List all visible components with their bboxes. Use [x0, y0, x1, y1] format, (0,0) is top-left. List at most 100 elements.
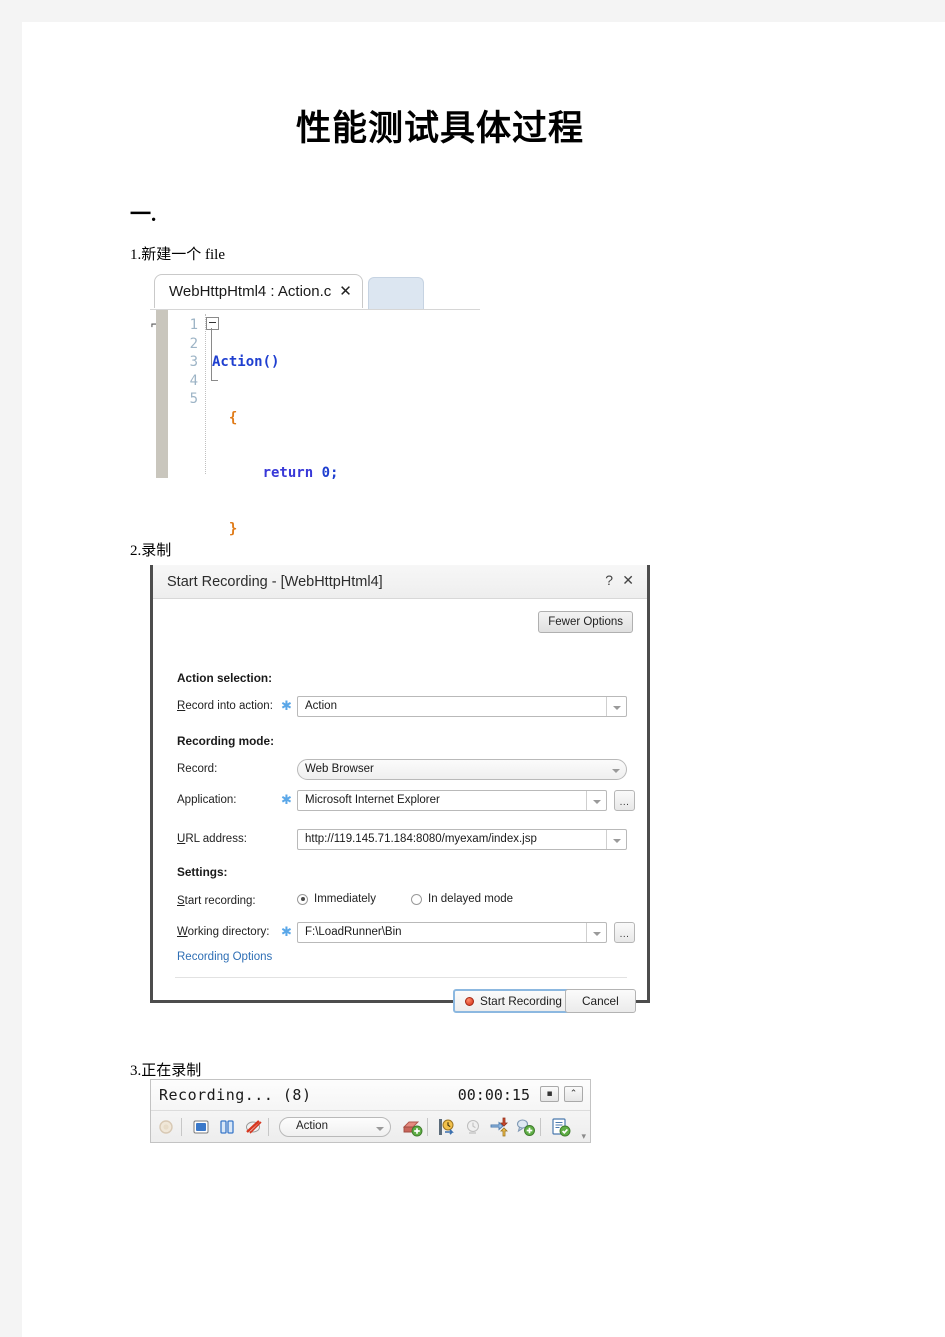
- code-editor-screenshot: WebHttpHtml4 : Action.c ✕ ⌐ 1 2 3 4 5 Ac…: [150, 272, 480, 537]
- line-number: 4: [189, 372, 198, 389]
- page-title: 性能测试具体过程: [295, 109, 584, 148]
- record-into-action-value: Action: [305, 700, 337, 712]
- fewer-options-button[interactable]: Fewer Options: [538, 611, 633, 633]
- insert-comment-icon[interactable]: [514, 1116, 536, 1138]
- record-dot-icon: [465, 996, 474, 1006]
- toolbar-divider: [427, 1118, 428, 1136]
- pause-icon[interactable]: [216, 1116, 238, 1138]
- toolbar-divider: [540, 1118, 541, 1136]
- working-directory-input[interactable]: F:\LoadRunner\Bin: [297, 922, 607, 943]
- toolbar-divider: [181, 1118, 182, 1136]
- line-number: 1: [189, 317, 198, 333]
- group-heading-action-selection: Action selection:: [177, 671, 273, 685]
- start-recording-button[interactable]: Start Recording: [453, 989, 574, 1013]
- working-directory-browse-button[interactable]: ...: [614, 922, 635, 943]
- chevron-down-icon[interactable]: [586, 923, 606, 942]
- dialog-title: Start Recording - [WebHttpHtml4]: [167, 573, 383, 590]
- editor-body[interactable]: ⌐ 1 2 3 4 5 Action() { return 0; }: [150, 309, 480, 537]
- record-icon: [155, 1116, 177, 1138]
- insert-transaction-icon[interactable]: [401, 1116, 423, 1138]
- no-record-icon[interactable]: [242, 1116, 264, 1138]
- record-mode-value: Web Browser: [305, 763, 374, 775]
- record-into-action-label: Record into action:: [177, 700, 273, 712]
- toolbar-action-select[interactable]: Action: [279, 1117, 391, 1137]
- radio-delayed-label: In delayed mode: [428, 893, 514, 905]
- start-recording-label: Start recording:: [177, 895, 256, 907]
- code-return-value: 0;: [321, 465, 339, 481]
- required-star-icon: ✱: [281, 924, 292, 939]
- line-number: 3: [189, 354, 198, 370]
- line-number: 2: [189, 335, 198, 352]
- required-star-icon: ✱: [281, 792, 292, 807]
- section-heading: 一.: [130, 202, 157, 226]
- application-input[interactable]: Microsoft Internet Explorer: [297, 790, 607, 811]
- insert-step-icon[interactable]: [488, 1116, 510, 1138]
- working-directory-value: F:\LoadRunner\Bin: [305, 926, 402, 938]
- editor-gutter-divider: [205, 314, 206, 474]
- cancel-button[interactable]: Cancel: [565, 989, 636, 1013]
- url-address-value: http://119.145.71.184:8080/myexam/index.…: [305, 833, 537, 845]
- close-icon[interactable]: ✕: [622, 573, 634, 587]
- cancel-button-label: Cancel: [582, 994, 619, 1008]
- dialog-title-bar: Start Recording - [WebHttpHtml4] ? ✕: [153, 565, 647, 599]
- help-icon[interactable]: ?: [605, 573, 613, 587]
- application-label: Application:: [177, 794, 237, 806]
- close-icon[interactable]: ✕: [339, 284, 352, 299]
- line-number: 5: [189, 391, 198, 407]
- step-1-label: 1.新建一个 file: [130, 247, 225, 263]
- radio-immediately-icon[interactable]: [297, 893, 308, 905]
- url-address-input[interactable]: http://119.145.71.184:8080/myexam/index.…: [297, 829, 627, 850]
- editor-tab-inactive[interactable]: [368, 277, 424, 309]
- chevron-down-icon[interactable]: [370, 1118, 390, 1136]
- group-heading-recording-mode: Recording mode:: [177, 734, 275, 748]
- toolbar-divider: [268, 1118, 269, 1136]
- step-3-label: 3.正在录制: [130, 1063, 202, 1079]
- editor-tab-action-c[interactable]: WebHttpHtml4 : Action.c ✕: [154, 274, 363, 308]
- application-value: Microsoft Internet Explorer: [305, 794, 440, 806]
- working-directory-label: Working directory:: [177, 926, 270, 938]
- recording-status-row: Recording... (8) 00:00:15 ▪ ⌃: [151, 1080, 590, 1110]
- collapse-icon[interactable]: ⌃: [564, 1086, 583, 1102]
- toolbar-action-value: Action: [296, 1120, 328, 1132]
- editor-tab-label: WebHttpHtml4 : Action.c: [169, 283, 332, 300]
- group-heading-settings: Settings:: [177, 865, 228, 879]
- chevron-down-icon[interactable]: [606, 830, 626, 849]
- dialog-divider: [175, 977, 627, 978]
- start-recording-button-label: Start Recording: [480, 994, 562, 1008]
- pin-icon[interactable]: ▪: [540, 1086, 559, 1102]
- insert-timer-icon: [462, 1116, 484, 1138]
- editor-line-numbers: 1 2 3 4 5: [170, 316, 198, 409]
- code-close-brace: }: [228, 520, 238, 537]
- step-2-label: 2.录制: [130, 543, 172, 559]
- record-into-action-input[interactable]: Action: [297, 696, 627, 717]
- recording-timer: 00:00:15: [457, 1086, 530, 1104]
- editor-fold-bar: [156, 310, 168, 478]
- start-recording-dialog: Start Recording - [WebHttpHtml4] ? ✕ Few…: [150, 565, 650, 1013]
- chevron-down-icon[interactable]: [606, 760, 626, 779]
- url-address-label: URL address:: [177, 833, 247, 845]
- recording-options-link[interactable]: Recording Options: [177, 951, 272, 963]
- code-open-brace: {: [228, 409, 238, 426]
- recording-toolbar-row: Action ▾: [151, 1110, 590, 1143]
- editor-tab-strip: WebHttpHtml4 : Action.c ✕: [150, 272, 480, 310]
- document-page: 性能测试具体过程 一. 1.新建一个 file WebHttpHtml4 : A…: [0, 0, 945, 1337]
- insert-text-check-icon[interactable]: [549, 1116, 571, 1138]
- insert-rendezvous-icon[interactable]: [436, 1116, 458, 1138]
- application-browse-button[interactable]: ...: [614, 790, 635, 811]
- stop-icon[interactable]: [190, 1116, 212, 1138]
- toolbar-overflow-icon[interactable]: ▾: [581, 1132, 586, 1142]
- chevron-down-icon[interactable]: [606, 697, 626, 716]
- recording-status-text: Recording... (8): [159, 1086, 312, 1104]
- code-return-keyword: return: [262, 465, 314, 481]
- radio-delayed[interactable]: In delayed mode: [411, 893, 513, 905]
- record-mode-select[interactable]: Web Browser: [297, 759, 627, 780]
- record-label: Record:: [177, 763, 218, 775]
- recording-toolbar-screenshot: Recording... (8) 00:00:15 ▪ ⌃ Action ▾: [150, 1079, 591, 1143]
- radio-immediately-label: Immediately: [314, 893, 376, 905]
- radio-delayed-icon[interactable]: [411, 893, 422, 905]
- chevron-down-icon[interactable]: [586, 791, 606, 810]
- dialog-body: Fewer Options Action selection: Record i…: [153, 599, 647, 1013]
- radio-immediately[interactable]: Immediately: [297, 893, 376, 905]
- code-function-name: Action(): [212, 354, 280, 370]
- required-star-icon: ✱: [281, 698, 292, 713]
